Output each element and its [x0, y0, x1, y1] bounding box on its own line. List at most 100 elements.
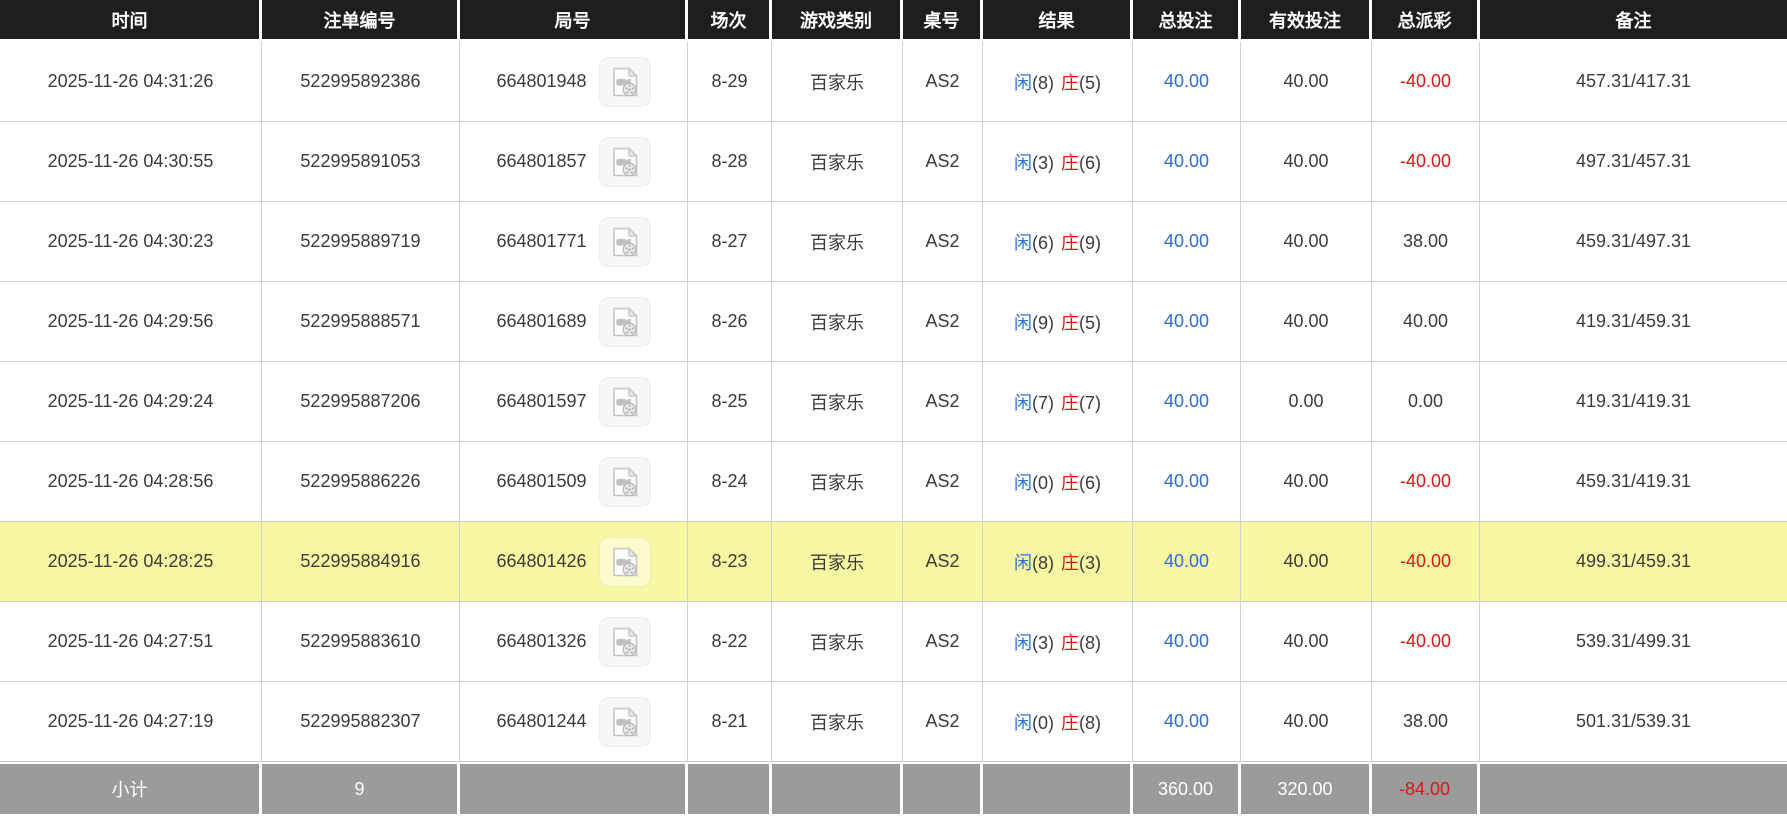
cell-result: 闲(3) 庄(6) — [983, 122, 1133, 202]
cell-total-payout: -40.00 — [1372, 522, 1480, 602]
table-row[interactable]: 2025-11-26 04:28:56 522995886226 6648015… — [0, 442, 1787, 522]
cell-session: 8-27 — [688, 202, 772, 282]
video-replay-button[interactable] — [598, 616, 651, 667]
video-replay-button[interactable] — [598, 216, 651, 267]
video-replay-button[interactable] — [598, 376, 651, 427]
cell-result: 闲(9) 庄(5) — [983, 282, 1133, 362]
cell-bet-id: 522995884916 — [262, 522, 460, 602]
cell-bet-id: 522995891053 — [262, 122, 460, 202]
result-player-points: (0) — [1032, 712, 1054, 733]
col-header-remark: 备注 — [1480, 0, 1787, 42]
cell-round-id: 664801771 — [460, 202, 688, 282]
table-row[interactable]: 2025-11-26 04:28:25 522995884916 6648014… — [0, 522, 1787, 602]
col-header-total-bet: 总投注 — [1133, 0, 1241, 42]
result-player-points: (9) — [1032, 312, 1054, 333]
table-row[interactable]: 2025-11-26 04:30:23 522995889719 6648017… — [0, 202, 1787, 282]
video-file-icon — [612, 706, 638, 736]
cell-valid-bet: 40.00 — [1241, 522, 1372, 602]
subtotal-game-type — [772, 762, 903, 819]
video-replay-button[interactable] — [598, 56, 651, 107]
cell-result: 闲(7) 庄(7) — [983, 362, 1133, 442]
cell-remark: 539.31/499.31 — [1480, 602, 1787, 682]
result-banker-label: 庄 — [1061, 632, 1079, 653]
result-player-points: (0) — [1032, 472, 1054, 493]
cell-total-bet: 40.00 — [1133, 682, 1241, 762]
cell-bet-id: 522995892386 — [262, 42, 460, 122]
cell-table-no: AS2 — [903, 122, 983, 202]
cell-total-payout: -40.00 — [1372, 122, 1480, 202]
cell-time: 2025-11-26 04:30:23 — [0, 202, 262, 282]
video-replay-button[interactable] — [598, 296, 651, 347]
cell-remark: 501.31/539.31 — [1480, 682, 1787, 762]
result-banker-label: 庄 — [1061, 72, 1079, 93]
cell-round-id: 664801244 — [460, 682, 688, 762]
cell-time: 2025-11-26 04:27:51 — [0, 602, 262, 682]
cell-bet-id: 522995882307 — [262, 682, 460, 762]
result-player-label: 闲 — [1014, 632, 1032, 653]
cell-game-type: 百家乐 — [772, 202, 903, 282]
cell-total-bet: 40.00 — [1133, 282, 1241, 362]
cell-remark: 497.31/457.31 — [1480, 122, 1787, 202]
result-player-label: 闲 — [1014, 312, 1032, 333]
result-player-points: (8) — [1032, 72, 1054, 93]
cell-valid-bet: 40.00 — [1241, 602, 1372, 682]
col-header-game-type: 游戏类别 — [772, 0, 903, 42]
cell-total-bet: 40.00 — [1133, 602, 1241, 682]
result-player-points: (3) — [1032, 152, 1054, 173]
video-replay-button[interactable] — [598, 136, 651, 187]
result-player-points: (3) — [1032, 632, 1054, 653]
cell-bet-id: 522995886226 — [262, 442, 460, 522]
result-player-points: (6) — [1032, 232, 1054, 253]
cell-valid-bet: 40.00 — [1241, 122, 1372, 202]
cell-total-bet: 40.00 — [1133, 202, 1241, 282]
cell-total-payout: 38.00 — [1372, 682, 1480, 762]
cell-valid-bet: 40.00 — [1241, 282, 1372, 362]
col-header-valid-bet: 有效投注 — [1241, 0, 1372, 42]
cell-session: 8-25 — [688, 362, 772, 442]
video-file-icon — [612, 146, 638, 176]
cell-remark: 459.31/497.31 — [1480, 202, 1787, 282]
table-row[interactable]: 2025-11-26 04:29:56 522995888571 6648016… — [0, 282, 1787, 362]
result-banker-label: 庄 — [1061, 152, 1079, 173]
video-file-icon — [612, 66, 638, 96]
table-row[interactable]: 2025-11-26 04:30:55 522995891053 6648018… — [0, 122, 1787, 202]
video-replay-button[interactable] — [598, 696, 651, 747]
cell-result: 闲(8) 庄(5) — [983, 42, 1133, 122]
round-id-text: 664801426 — [496, 551, 587, 571]
video-file-icon — [612, 466, 638, 496]
cell-session: 8-29 — [688, 42, 772, 122]
round-id-text: 664801597 — [496, 391, 587, 411]
cell-valid-bet: 40.00 — [1241, 42, 1372, 122]
cell-game-type: 百家乐 — [772, 602, 903, 682]
cell-bet-id: 522995888571 — [262, 282, 460, 362]
result-player-label: 闲 — [1014, 552, 1032, 573]
cell-total-payout: -40.00 — [1372, 42, 1480, 122]
cell-remark: 499.31/459.31 — [1480, 522, 1787, 602]
cell-game-type: 百家乐 — [772, 442, 903, 522]
cell-result: 闲(6) 庄(9) — [983, 202, 1133, 282]
subtotal-round-id — [460, 762, 688, 819]
table-row[interactable]: 2025-11-26 04:31:26 522995892386 6648019… — [0, 42, 1787, 122]
col-header-result: 结果 — [983, 0, 1133, 42]
cell-remark: 459.31/419.31 — [1480, 442, 1787, 522]
table-row[interactable]: 2025-11-26 04:27:19 522995882307 6648012… — [0, 682, 1787, 762]
result-player-label: 闲 — [1014, 472, 1032, 493]
video-replay-button[interactable] — [598, 536, 651, 587]
subtotal-count: 9 — [262, 762, 460, 819]
table-row[interactable]: 2025-11-26 04:27:51 522995883610 6648013… — [0, 602, 1787, 682]
table-row[interactable]: 2025-11-26 04:29:24 522995887206 6648015… — [0, 362, 1787, 442]
col-header-round-id: 局号 — [460, 0, 688, 42]
video-file-icon — [612, 386, 638, 416]
cell-table-no: AS2 — [903, 602, 983, 682]
cell-remark: 419.31/419.31 — [1480, 362, 1787, 442]
cell-round-id: 664801509 — [460, 442, 688, 522]
result-banker-label: 庄 — [1061, 552, 1079, 573]
cell-session: 8-23 — [688, 522, 772, 602]
cell-table-no: AS2 — [903, 522, 983, 602]
result-banker-points: (5) — [1079, 312, 1101, 333]
subtotal-total-payout: -84.00 — [1372, 762, 1480, 819]
cell-time: 2025-11-26 04:27:19 — [0, 682, 262, 762]
video-replay-button[interactable] — [598, 456, 651, 507]
result-banker-label: 庄 — [1061, 712, 1079, 733]
result-player-label: 闲 — [1014, 232, 1032, 253]
